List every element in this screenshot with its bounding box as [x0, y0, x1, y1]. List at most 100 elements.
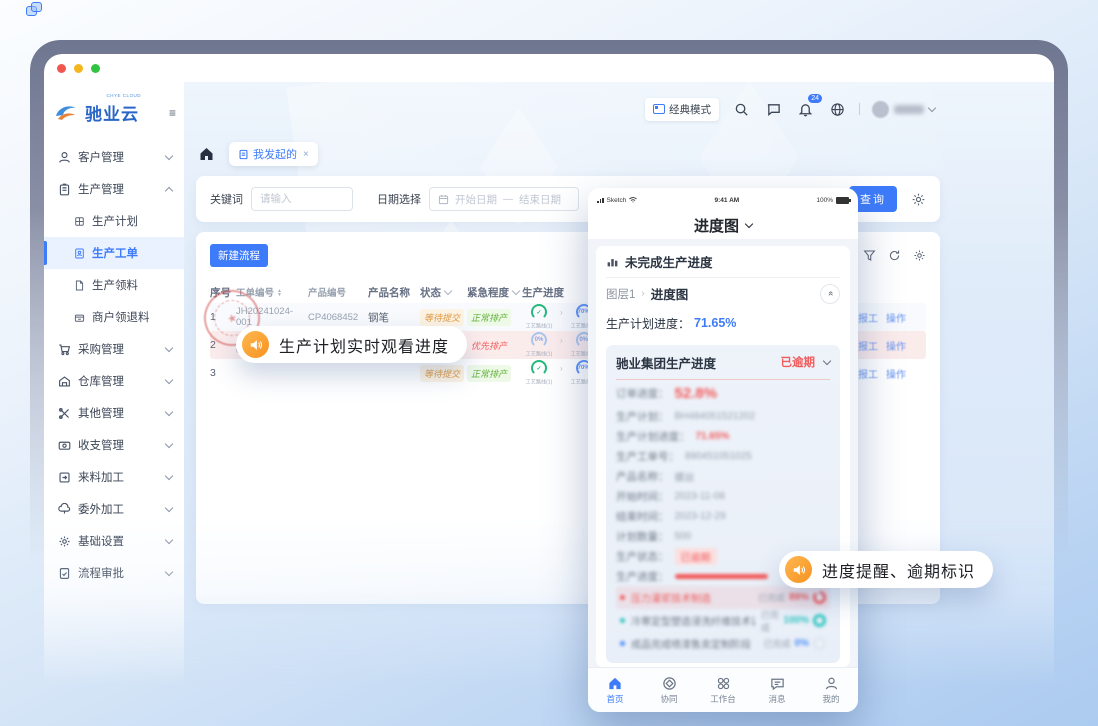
- new-process-button[interactable]: 新建流程: [210, 244, 268, 267]
- callout-watch-progress: 生产计划实时观看进度: [236, 326, 467, 363]
- group-header[interactable]: 驰业集团生产进度 已逾期: [616, 345, 830, 380]
- sidebar-item-incoming-material[interactable]: 来料加工: [44, 461, 184, 493]
- search-icon[interactable]: [731, 99, 751, 119]
- status-badge: 等待提交: [420, 309, 464, 326]
- logo-subtext: CHYE CLOUD: [106, 93, 141, 98]
- detail-row: 生产计划：BH484051521202: [616, 406, 830, 426]
- notification-count-badge: 24: [808, 94, 822, 103]
- cart-icon: [58, 343, 71, 356]
- classic-mode-button[interactable]: 经典模式: [645, 98, 719, 121]
- table-settings-gear-icon[interactable]: [913, 249, 926, 262]
- approval-icon: [58, 567, 71, 580]
- action-link-more[interactable]: 操作: [886, 310, 906, 325]
- warehouse-icon: [58, 375, 71, 388]
- breadcrumb-layer[interactable]: 图层1: [606, 286, 635, 302]
- refresh-icon[interactable]: [888, 249, 901, 262]
- layout-icon: [653, 104, 665, 114]
- doc-user-icon: [74, 248, 85, 259]
- priority-filter-chevron-icon[interactable]: [512, 286, 520, 294]
- sidebar-item-finance[interactable]: 收支管理: [44, 429, 184, 461]
- speaker-icon: [242, 331, 269, 358]
- phone-body: 未完成生产进度 图层1 › 进度图 » 生产计划进度： 71.65% 驰业集团生…: [588, 239, 858, 668]
- doc-icon: [238, 149, 249, 160]
- group-progress-panel: 驰业集团生产进度 已逾期 订单进度：52.8% 生产计划：BH484051521…: [606, 345, 840, 663]
- detail-row: 计划数量：500: [616, 526, 830, 546]
- logo-text: 驰业云: [85, 105, 139, 124]
- action-link-more[interactable]: 操作: [886, 338, 906, 353]
- group-details-blurred: 订单进度：52.8% 生产计划：BH484051521202 生产计划进度：71…: [616, 380, 830, 655]
- message-icon[interactable]: [763, 99, 783, 119]
- sidebar-item-settings[interactable]: 基础设置: [44, 525, 184, 557]
- task-dot: [620, 595, 625, 600]
- sidebar-item-approval[interactable]: 流程审批: [44, 557, 184, 589]
- status-filter-chevron-icon[interactable]: [444, 286, 452, 294]
- gear-icon: [58, 535, 71, 548]
- nav-profile[interactable]: 我的: [804, 668, 858, 712]
- plan-progress-value: 71.65%: [694, 316, 736, 330]
- sidebar-item-customer[interactable]: 客户管理: [44, 141, 184, 173]
- progress-card: 未完成生产进度 图层1 › 进度图 » 生产计划进度： 71.65% 驰业集团生…: [596, 246, 850, 667]
- process-gauge: ✓工艺路线(1): [522, 360, 556, 386]
- gauge-separator: ›: [560, 308, 563, 317]
- action-link-report[interactable]: 报工: [858, 310, 878, 325]
- tab-my-initiated[interactable]: 我发起的 ×: [229, 142, 318, 166]
- task-row[interactable]: 冷寒定型塑造浸洗纤维技术调试 已完成100%: [616, 609, 830, 632]
- end-date-placeholder: 结束日期: [519, 192, 561, 207]
- sidebar-item-other[interactable]: 其他管理: [44, 397, 184, 429]
- detail-row: 订单进度：52.8%: [616, 380, 830, 406]
- sidebar-item-production-order[interactable]: 生产工单: [44, 237, 184, 269]
- sidebar-collapse-icon[interactable]: ≡: [169, 106, 176, 120]
- priority-badge: 正常排产: [467, 309, 511, 326]
- action-link-report[interactable]: 报工: [858, 338, 878, 353]
- sidebar-item-production-material[interactable]: 生产领料: [44, 269, 184, 301]
- nav-messages[interactable]: 消息: [750, 668, 804, 712]
- breadcrumb: 图层1 › 进度图 »: [606, 278, 840, 309]
- tab-bar: 我发起的 ×: [198, 142, 318, 166]
- doc-grid-icon: [74, 216, 85, 227]
- logo-swoosh-icon: [54, 103, 80, 123]
- collapse-button[interactable]: »: [820, 284, 840, 304]
- task-row[interactable]: 成品完成喷漆售卖定制阶段 已完成0%: [616, 632, 830, 655]
- close-tab-icon[interactable]: ×: [303, 149, 309, 160]
- chevron-down-icon[interactable]: [745, 219, 753, 227]
- sidebar-item-outsourcing[interactable]: 委外加工: [44, 493, 184, 525]
- keyword-label: 关键词: [210, 191, 243, 207]
- keyword-input[interactable]: [251, 187, 353, 211]
- tools-icon: [58, 407, 71, 420]
- messages-icon: [770, 676, 785, 691]
- wifi-icon: [629, 197, 637, 203]
- action-link-more[interactable]: 操作: [886, 366, 906, 381]
- sidebar-item-warehouse[interactable]: 仓库管理: [44, 365, 184, 397]
- task-row[interactable]: 压力灌浆技术制造 已完成89%: [616, 586, 830, 609]
- detail-row: 产品名称：螺丝: [616, 466, 830, 486]
- money-icon: [58, 439, 71, 452]
- home-icon[interactable]: [198, 146, 215, 162]
- action-link-report[interactable]: 报工: [858, 366, 878, 381]
- date-label: 日期选择: [377, 191, 421, 207]
- maximize-window-button[interactable]: [91, 64, 100, 73]
- collaboration-icon: [662, 676, 677, 691]
- filter-funnel-icon[interactable]: [863, 249, 876, 262]
- close-window-button[interactable]: [57, 64, 66, 73]
- section-header: 未完成生产进度: [606, 246, 840, 278]
- sidebar-item-production-plan[interactable]: 生产计划: [44, 205, 184, 237]
- bar-chart-icon: [606, 255, 619, 268]
- user-menu[interactable]: [872, 101, 935, 118]
- nav-workbench[interactable]: 工作台: [696, 668, 750, 712]
- sidebar-item-purchase[interactable]: 采购管理: [44, 333, 184, 365]
- task-dot: [620, 618, 625, 623]
- filter-settings-gear-icon[interactable]: [911, 192, 926, 207]
- breadcrumb-current: 进度图: [651, 284, 689, 303]
- notification-bell-icon[interactable]: 24: [795, 99, 815, 119]
- sidebar-item-production[interactable]: 生产管理: [44, 173, 184, 205]
- speaker-icon: [785, 556, 812, 583]
- language-globe-icon[interactable]: [827, 99, 847, 119]
- sidebar-item-merchant-return[interactable]: 商户领退料: [44, 301, 184, 333]
- page: 驰业云 CHYE CLOUD ≡ 客户管理 生产管理: [0, 0, 1098, 726]
- date-range-input[interactable]: 开始日期 — 结束日期: [429, 187, 579, 211]
- nav-home[interactable]: 首页: [588, 668, 642, 712]
- sort-icon[interactable]: ▲▼: [277, 289, 282, 297]
- minimize-window-button[interactable]: [74, 64, 83, 73]
- nav-collaboration[interactable]: 协同: [642, 668, 696, 712]
- phone-page-title: 进度图: [588, 208, 858, 243]
